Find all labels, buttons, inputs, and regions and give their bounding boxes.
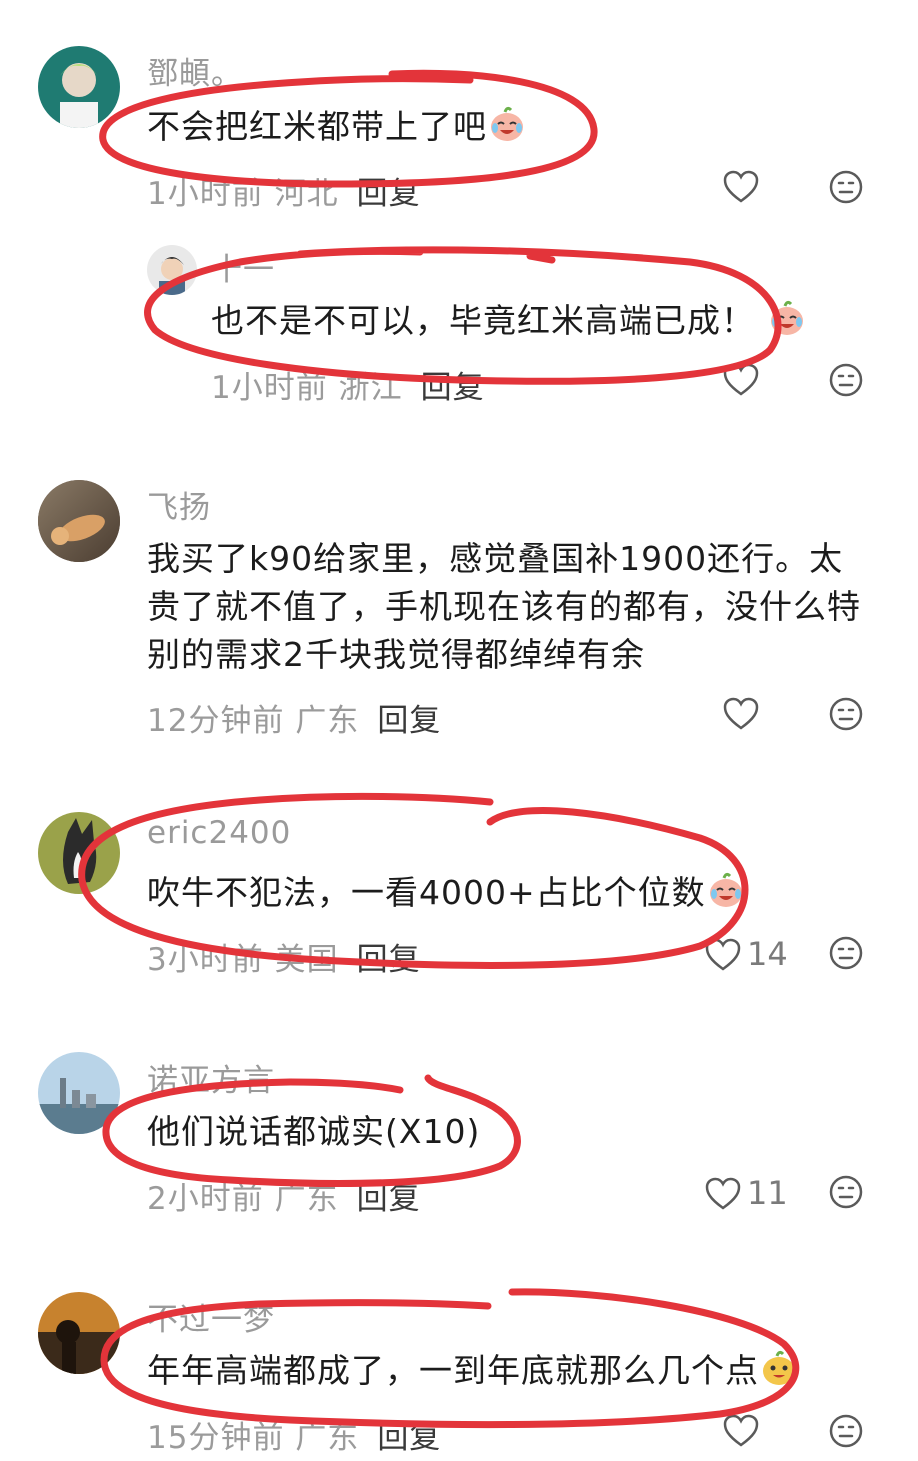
comment-text: 年年高端都成了，一到年底就那么几个点 <box>147 1347 799 1395</box>
comment-username[interactable]: 鄧頔。 <box>147 48 243 93</box>
dislike-button[interactable] <box>829 1175 863 1209</box>
heart-icon <box>723 697 759 730</box>
comment-username[interactable]: 诺亚方言 <box>147 1055 275 1100</box>
comment-location: 广东 <box>274 1181 339 1217</box>
comment-time: 1小时前 <box>147 176 264 212</box>
comment-location: 浙江 <box>338 370 403 406</box>
comment-text: 不会把红米都带上了吧 <box>147 103 527 151</box>
comment-time: 15分钟前 <box>147 1420 285 1456</box>
comment-username[interactable]: eric2400 <box>147 815 291 851</box>
reply-button[interactable]: 回复 <box>357 176 421 212</box>
reply-button[interactable]: 回复 <box>357 942 421 978</box>
avatar[interactable] <box>38 480 120 562</box>
avatar[interactable] <box>38 46 120 128</box>
dislike-button[interactable] <box>829 697 863 731</box>
comment-time: 2小时前 <box>147 1181 264 1217</box>
crying-laughing-peach-emoji <box>491 106 523 141</box>
comment-time: 12分钟前 <box>147 703 285 739</box>
like-count: 14 <box>747 935 788 973</box>
dislike-button[interactable] <box>829 170 863 204</box>
comment-text: 他们说话都诚实(X10) <box>147 1112 481 1151</box>
reply-button[interactable]: 回复 <box>377 1420 441 1456</box>
neutral-face-icon <box>829 936 863 970</box>
like-button[interactable] <box>723 363 765 396</box>
grinning-mango-emoji <box>763 1350 795 1385</box>
comment-meta: 3小时前 美国 回复 <box>147 934 421 979</box>
comment-text-content: 年年高端都成了，一到年底就那么几个点 <box>147 1351 759 1390</box>
comment-location: 河北 <box>274 176 339 212</box>
neutral-face-icon <box>829 697 863 731</box>
avatar[interactable] <box>38 1292 120 1374</box>
red-annotation-circles <box>78 69 800 1429</box>
comment-text-content: 不会把红米都带上了吧 <box>147 107 487 146</box>
heart-icon <box>705 938 741 971</box>
comment-time: 1小时前 <box>211 370 328 406</box>
comment-time: 3小时前 <box>147 942 264 978</box>
dislike-button[interactable] <box>829 936 863 970</box>
comment-meta: 2小时前 广东 回复 <box>147 1173 421 1218</box>
comment-text: 也不是不可以，毕竟红米高端已成！ <box>211 297 807 345</box>
avatar[interactable] <box>38 812 120 894</box>
comment-username[interactable]: 飞扬 <box>147 482 211 527</box>
neutral-face-icon <box>829 170 863 204</box>
crying-laughing-peach-emoji <box>709 872 742 907</box>
comment-meta: 12分钟前 广东 回复 <box>147 695 441 740</box>
crying-laughing-peach-emoji <box>770 300 803 335</box>
comment-location: 广东 <box>295 1420 360 1456</box>
heart-icon <box>723 1414 759 1447</box>
comment-username[interactable]: 不过一梦 <box>147 1294 275 1339</box>
comment-text-content: 吹牛不犯法，一看4000+占比个位数 <box>147 873 706 912</box>
comment-meta: 15分钟前 广东 回复 <box>147 1412 441 1457</box>
dislike-button[interactable] <box>829 1414 863 1448</box>
heart-icon <box>723 170 759 203</box>
comment-meta: 1小时前 河北 回复 <box>147 168 421 213</box>
avatar[interactable] <box>147 245 197 295</box>
like-button[interactable]: 11 <box>705 1174 788 1212</box>
reply-button[interactable]: 回复 <box>357 1181 421 1217</box>
avatar[interactable] <box>38 1052 120 1134</box>
comment-text-content: 也不是不可以，毕竟红米高端已成！ <box>211 301 755 340</box>
like-button[interactable] <box>723 697 765 730</box>
like-button[interactable] <box>723 170 765 203</box>
comment-username[interactable]: 十一 <box>211 244 275 289</box>
reply-button[interactable]: 回复 <box>421 370 485 406</box>
comment-meta: 1小时前 浙江 回复 <box>211 362 485 407</box>
neutral-face-icon <box>829 1414 863 1448</box>
like-count: 11 <box>747 1174 788 1212</box>
neutral-face-icon <box>829 1175 863 1209</box>
comment-location: 美国 <box>274 942 339 978</box>
heart-icon <box>723 363 759 396</box>
like-button[interactable]: 14 <box>705 935 788 973</box>
neutral-face-icon <box>829 363 863 397</box>
comment-text: 我买了k90给家里，感觉叠国补1900还行。太贵了就不值了，手机现在该有的都有，… <box>147 539 861 674</box>
comment-location: 广东 <box>295 703 360 739</box>
like-button[interactable] <box>723 1414 765 1447</box>
comment-text: 吹牛不犯法，一看4000+占比个位数 <box>147 869 746 917</box>
reply-button[interactable]: 回复 <box>377 703 441 739</box>
heart-icon <box>705 1177 741 1210</box>
dislike-button[interactable] <box>829 363 863 397</box>
